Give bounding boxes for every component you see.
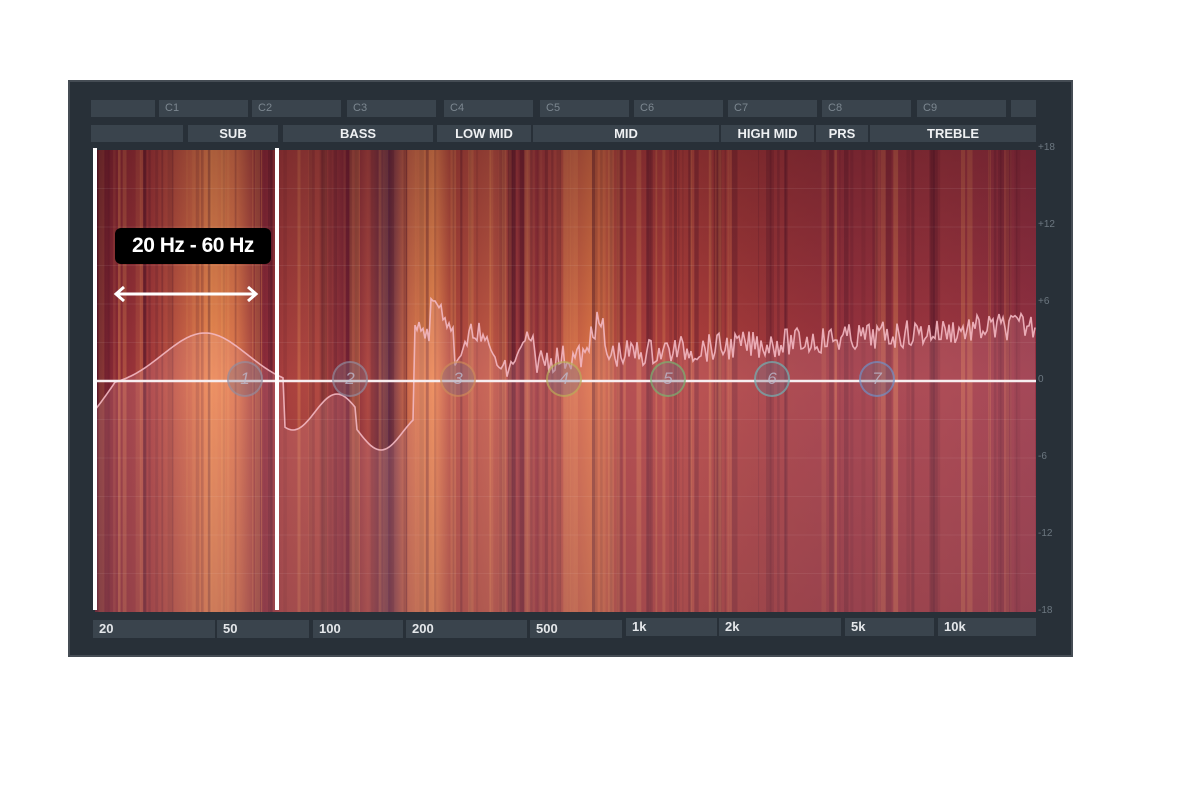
freq-label-10k: 10k — [938, 618, 1036, 636]
band-mid[interactable]: MID — [533, 125, 719, 142]
selection-start-line[interactable] — [93, 148, 97, 610]
note-cell-end — [1011, 100, 1036, 117]
frequency-range-label: 20 Hz - 60 Hz — [115, 228, 271, 264]
note-cell-c5[interactable]: C5 — [540, 100, 629, 117]
freq-label-50: 50 — [217, 620, 309, 638]
range-double-arrow-icon — [113, 285, 259, 303]
freq-label-5k: 5k — [845, 618, 934, 636]
selection-end-line[interactable] — [275, 148, 279, 610]
db-label-minus6: -6 — [1038, 451, 1047, 462]
freq-label-500: 500 — [530, 620, 622, 638]
freq-label-2k: 2k — [719, 618, 841, 636]
db-label-0: 0 — [1038, 374, 1044, 385]
eq-band-node-3[interactable]: 3 — [440, 361, 476, 397]
band-high-mid[interactable]: HIGH MID — [721, 125, 814, 142]
note-cell-c3[interactable]: C3 — [347, 100, 436, 117]
note-cell-c8[interactable]: C8 — [822, 100, 911, 117]
freq-label-1k: 1k — [626, 618, 717, 636]
band-low-mid[interactable]: LOW MID — [437, 125, 531, 142]
band-treble[interactable]: TREBLE — [870, 125, 1036, 142]
note-cell-c1[interactable]: C1 — [159, 100, 248, 117]
db-label-minus12: -12 — [1038, 528, 1053, 539]
band-cell-blank — [91, 125, 183, 142]
eq-band-node-5[interactable]: 5 — [650, 361, 686, 397]
eq-band-node-1[interactable]: 1 — [227, 361, 263, 397]
note-cell-c6[interactable]: C6 — [634, 100, 723, 117]
eq-band-node-2[interactable]: 2 — [332, 361, 368, 397]
note-cell-c4[interactable]: C4 — [444, 100, 533, 117]
note-cell-c9[interactable]: C9 — [917, 100, 1006, 117]
db-label-plus6: +6 — [1038, 296, 1050, 307]
note-cell-blank — [91, 100, 155, 117]
db-label-minus18: -18 — [1038, 605, 1053, 616]
eq-band-node-7[interactable]: 7 — [859, 361, 895, 397]
eq-band-node-6[interactable]: 6 — [754, 361, 790, 397]
band-prs[interactable]: PRS — [816, 125, 868, 142]
db-label-plus12: +12 — [1038, 219, 1055, 230]
db-label-plus18: +18 — [1038, 142, 1055, 153]
eq-band-node-4[interactable]: 4 — [546, 361, 582, 397]
note-cell-c2[interactable]: C2 — [252, 100, 341, 117]
band-sub[interactable]: SUB — [188, 125, 278, 142]
freq-label-200: 200 — [406, 620, 527, 638]
band-bass[interactable]: BASS — [283, 125, 433, 142]
freq-label-100: 100 — [313, 620, 403, 638]
note-cell-c7[interactable]: C7 — [728, 100, 817, 117]
freq-label-20: 20 — [93, 620, 215, 638]
